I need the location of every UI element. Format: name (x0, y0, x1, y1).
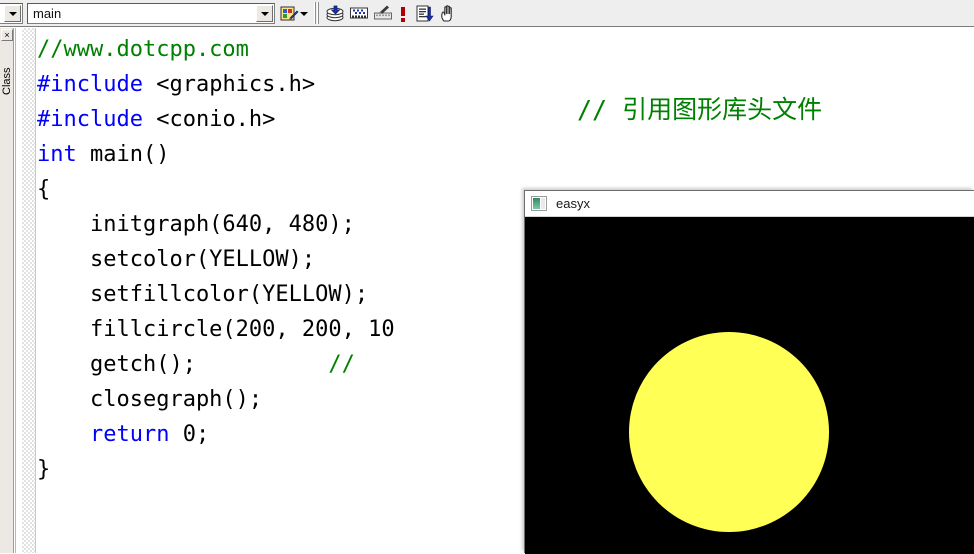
easyx-title-text: easyx (556, 196, 590, 211)
run-to-cursor-glyph (416, 5, 434, 22)
code-line: //www.dotcpp.com (37, 32, 974, 67)
code-token: #include (37, 107, 143, 132)
step-over-icon[interactable] (348, 3, 370, 24)
easyx-canvas (525, 217, 974, 554)
function-combo[interactable]: main (27, 3, 275, 24)
code-token: // (328, 352, 355, 377)
editor-bookmark-column[interactable] (22, 28, 36, 553)
code-line: int main() (37, 137, 974, 172)
code-token: { (37, 177, 51, 202)
scope-combo-value: s (0, 6, 3, 21)
code-token: fillcircle(200, 200, 10 (37, 317, 395, 342)
dock-close-button[interactable]: × (1, 29, 13, 41)
dock-title-label: Class (1, 67, 13, 95)
code-token: //www.dotcpp.com (37, 37, 249, 62)
chevron-down-icon[interactable] (256, 5, 273, 22)
step-out-glyph (374, 5, 392, 20)
code-token: setfillcolor(YELLOW); (37, 282, 369, 307)
code-token: <conio.h> (142, 107, 276, 132)
chevron-down-icon[interactable] (4, 5, 21, 22)
code-token: closegraph(); (37, 387, 263, 412)
class-wizard-dropdown[interactable] (296, 3, 312, 24)
code-token: } (37, 457, 51, 482)
code-token: setcolor(YELLOW); (37, 247, 316, 272)
code-token: initgraph(640, 480); (37, 212, 355, 237)
step-into-icon[interactable] (324, 3, 346, 24)
code-token: #include (37, 72, 143, 97)
exclamation-glyph (401, 6, 405, 22)
filled-circle-shape (629, 332, 829, 532)
code-token: main() (76, 142, 170, 167)
code-token: 0; (169, 422, 210, 447)
function-combo-value: main (33, 6, 62, 21)
easyx-app-icon (531, 196, 547, 211)
step-over-glyph (350, 7, 368, 19)
breakpoint-icon[interactable] (396, 3, 410, 24)
run-to-cursor-icon[interactable] (414, 3, 436, 24)
scope-combo[interactable]: s (0, 3, 23, 24)
code-token: <graphics.h> (142, 72, 316, 97)
hand-glyph (441, 5, 452, 22)
code-token: return (37, 422, 170, 447)
editor-gutter (15, 28, 22, 553)
quick-watch-icon[interactable] (438, 3, 460, 24)
code-line: #include <conio.h> (37, 102, 974, 137)
code-line: #include <graphics.h> (37, 67, 974, 102)
code-token: getch(); (37, 352, 329, 377)
toolbar: s main (0, 0, 974, 27)
left-dock-strip: × Class (0, 28, 14, 553)
step-into-glyph (326, 5, 344, 22)
code-token: int (37, 142, 77, 167)
easyx-output-window[interactable]: easyx (524, 190, 974, 554)
easyx-titlebar[interactable]: easyx (525, 191, 974, 217)
step-out-icon[interactable] (372, 3, 394, 24)
toolbar-grip[interactable] (314, 2, 320, 24)
code-comment-chinese: // 引用图形库头文件 (577, 95, 823, 124)
